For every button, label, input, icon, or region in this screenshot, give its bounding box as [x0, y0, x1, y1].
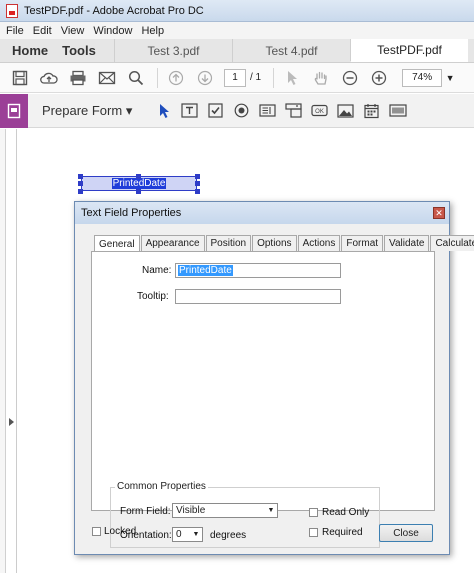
resize-handle[interactable]	[195, 181, 200, 186]
radio-button-tool-icon[interactable]	[232, 101, 251, 120]
barcode-tool-icon[interactable]	[388, 101, 407, 120]
tooltip-label: Tooltip:	[137, 291, 169, 302]
resize-handle[interactable]	[78, 181, 83, 186]
left-panel-strip	[0, 129, 6, 573]
locked-checkbox[interactable]	[92, 527, 101, 536]
nav-tools[interactable]: Tools	[62, 43, 96, 58]
main-nav: Home Tools	[0, 39, 114, 62]
tab-row: Home Tools Test 3.pdf Test 4.pdf TestPDF…	[0, 39, 474, 63]
locked-label: Locked	[104, 526, 137, 537]
svg-text:OK: OK	[316, 109, 325, 115]
resize-handle[interactable]	[195, 174, 200, 179]
prepare-form-tool-icon	[0, 93, 28, 128]
close-button[interactable]: Close	[379, 524, 433, 542]
prepare-form-label: Prepare Form	[42, 102, 123, 118]
resize-handle[interactable]	[136, 189, 141, 194]
tab-format[interactable]: Format	[341, 235, 384, 251]
required-label: Required	[322, 527, 363, 538]
common-properties-title: Common Properties	[115, 481, 208, 492]
main-toolbar: 1 / 1 74% ▼	[0, 63, 474, 93]
menu-edit[interactable]: Edit	[33, 25, 52, 37]
hand-tool-icon[interactable]	[311, 68, 331, 88]
window-title: TestPDF.pdf - Adobe Acrobat Pro DC	[24, 4, 204, 17]
checkbox-tool-icon[interactable]	[206, 101, 225, 120]
menu-file[interactable]: File	[6, 25, 24, 37]
save-icon[interactable]	[10, 68, 30, 88]
menu-view[interactable]: View	[61, 25, 85, 37]
page-down-icon[interactable]	[195, 68, 215, 88]
read-only-checkbox[interactable]	[309, 508, 318, 517]
form-field-value: Visible	[176, 505, 206, 516]
name-field[interactable]: PrintedDate	[175, 263, 341, 278]
menu-help[interactable]: Help	[141, 25, 164, 37]
dialog-titlebar[interactable]: Text Field Properties ✕	[75, 202, 449, 224]
tab-test4[interactable]: Test 4.pdf	[232, 39, 350, 62]
read-only-label: Read Only	[322, 507, 370, 518]
list-box-tool-icon[interactable]	[258, 101, 277, 120]
menu-bar: File Edit View Window Help	[0, 22, 474, 39]
print-icon[interactable]	[68, 68, 88, 88]
resize-handle[interactable]	[136, 174, 141, 179]
zoom-level-input[interactable]: 74%	[402, 68, 443, 87]
tab-calculate[interactable]: Calculate	[430, 235, 474, 251]
pdf-file-icon	[6, 3, 18, 18]
select-object-icon[interactable]	[154, 101, 173, 120]
nav-home[interactable]: Home	[12, 43, 48, 58]
tab-position[interactable]: Position	[205, 235, 252, 251]
toolbar-divider	[273, 67, 275, 88]
degrees-label: degrees	[210, 530, 247, 541]
form-field-select[interactable]: Visible ▼	[172, 503, 278, 518]
chevron-down-icon: ▼	[267, 507, 275, 514]
tab-actions[interactable]: Actions	[297, 235, 341, 251]
page-edge	[16, 129, 17, 573]
name-label: Name:	[142, 265, 172, 276]
prepare-form-menu[interactable]: Prepare Form ▾	[42, 103, 132, 119]
common-properties-group: Common Properties Form Field: Visible ▼ …	[110, 481, 380, 548]
form-field-label: PrintedDate	[111, 178, 167, 189]
tab-testpdf[interactable]: TestPDF.pdf	[350, 39, 468, 62]
page-total: / 1	[250, 72, 262, 83]
orientation-select[interactable]: 0 ▼	[172, 527, 203, 542]
tab-test3[interactable]: Test 3.pdf	[114, 39, 232, 62]
toolbar-divider	[157, 67, 158, 88]
dropdown-tool-icon[interactable]	[284, 101, 303, 120]
page-number-input[interactable]: 1	[224, 68, 246, 87]
date-field-tool-icon[interactable]	[362, 101, 381, 120]
window-titlebar: TestPDF.pdf - Adobe Acrobat Pro DC	[0, 0, 474, 22]
tooltip-field[interactable]	[175, 289, 341, 304]
zoom-in-icon[interactable]	[369, 68, 389, 88]
resize-handle[interactable]	[78, 189, 83, 194]
resize-handle[interactable]	[78, 174, 83, 179]
tab-general[interactable]: General	[94, 235, 140, 252]
prepare-form-bar: Prepare Form ▾ OK	[0, 93, 474, 128]
form-field-label: Form Field:	[120, 506, 171, 517]
zoom-dropdown-icon[interactable]: ▼	[444, 69, 456, 87]
orientation-value: 0	[176, 529, 182, 540]
dialog-title: Text Field Properties	[81, 207, 182, 219]
zoom-out-icon[interactable]	[340, 68, 360, 88]
image-tool-icon[interactable]	[336, 101, 355, 120]
tab-validate[interactable]: Validate	[384, 235, 430, 251]
button-tool-icon[interactable]: OK	[310, 101, 329, 120]
name-value: PrintedDate	[178, 265, 233, 276]
required-checkbox[interactable]	[309, 528, 318, 537]
tab-appearance[interactable]: Appearance	[140, 235, 205, 251]
expand-panel-arrow-icon[interactable]	[9, 418, 14, 426]
dialog-tabs: General Appearance Position Options Acti…	[94, 235, 474, 252]
page-up-icon[interactable]	[166, 68, 186, 88]
chevron-down-icon: ▼	[192, 531, 200, 538]
upload-icon[interactable]	[39, 68, 59, 88]
text-field-tool-icon[interactable]	[180, 101, 199, 120]
resize-handle[interactable]	[195, 189, 200, 194]
mail-icon[interactable]	[97, 68, 117, 88]
tab-options[interactable]: Options	[252, 235, 297, 251]
general-tab-panel: Name: PrintedDate Tooltip: Common Proper…	[91, 251, 435, 548]
select-cursor-icon[interactable]	[282, 68, 302, 88]
text-field-properties-dialog: Text Field Properties ✕ General Appearan…	[74, 201, 474, 555]
search-icon[interactable]	[126, 68, 146, 88]
menu-window[interactable]: Window	[93, 25, 132, 37]
dialog-close-icon[interactable]: ✕	[433, 207, 445, 219]
